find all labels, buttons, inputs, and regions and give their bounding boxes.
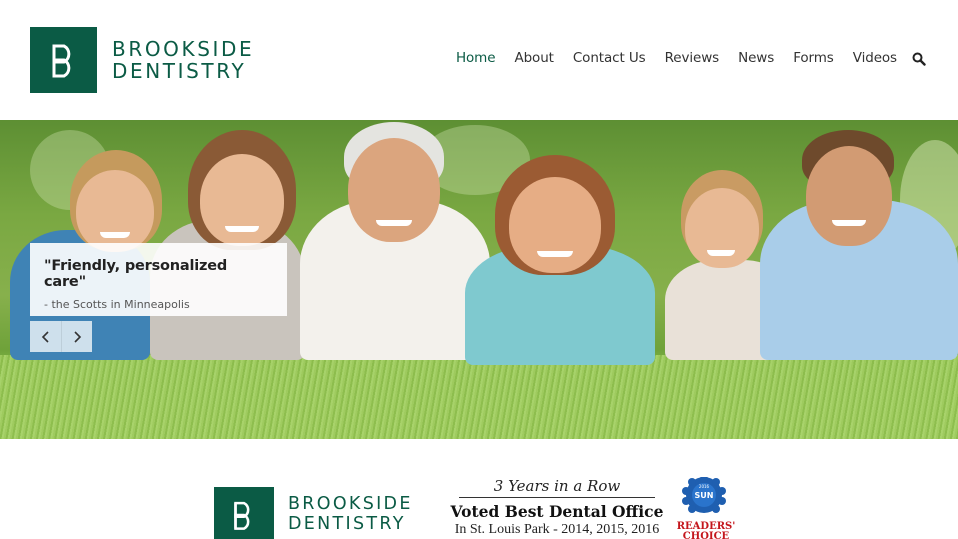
award-years: 3 Years in a Row [493, 477, 621, 495]
testimonial-caption: "Friendly, personalized care" - the Scot… [30, 243, 287, 316]
nav-news[interactable]: News [738, 50, 774, 66]
photo-person-grandfather [300, 120, 490, 370]
award-logo-mark [214, 487, 274, 539]
readers-choice-ribbon-icon: 2016 SUN READERS' CHOICE [677, 477, 735, 539]
award-location: In St. Louis Park - 2014, 2015, 2016 [454, 522, 660, 537]
site-header: BROOKSIDE DENTISTRY Home About Contact U… [0, 0, 958, 120]
nav-home[interactable]: Home [456, 50, 496, 66]
hero-slider: "Friendly, personalized care" - the Scot… [0, 120, 958, 439]
logo-line-1: BROOKSIDE [112, 37, 255, 61]
logo-line-2: DENTISTRY [112, 59, 247, 83]
svg-text:CHOICE: CHOICE [683, 531, 730, 539]
award-wordmark: BROOKSIDE DENTISTRY [288, 494, 413, 534]
slider-controls [30, 321, 92, 352]
photo-person-grandmother [465, 155, 655, 370]
testimonial-quote: "Friendly, personalized care" [44, 258, 228, 290]
nav-about[interactable]: About [514, 50, 554, 66]
logo-wordmark[interactable]: BROOKSIDE DENTISTRY [112, 38, 254, 82]
award-brand-line-1: BROOKSIDE [288, 494, 413, 514]
main-nav: Home About Contact Us Reviews News Forms… [437, 50, 926, 66]
award-banner: BROOKSIDE DENTISTRY 3 Years in a Row Vot… [0, 439, 958, 539]
award-brand-line-2: DENTISTRY [288, 514, 406, 534]
award-voted: Voted Best Dental Office [450, 502, 664, 521]
chevron-right-icon [74, 330, 82, 343]
nav-contact-us[interactable]: Contact Us [573, 50, 646, 66]
slider-next-button[interactable] [61, 321, 92, 352]
slider-prev-button[interactable] [30, 321, 61, 352]
svg-text:SUN: SUN [695, 491, 714, 500]
logo-db-icon [234, 501, 250, 530]
logo-mark[interactable] [30, 27, 97, 93]
award-divider [459, 497, 655, 498]
svg-text:2016: 2016 [699, 484, 710, 489]
photo-person-father [760, 130, 958, 365]
search-icon[interactable] [912, 51, 926, 66]
nav-forms[interactable]: Forms [793, 50, 834, 66]
nav-videos[interactable]: Videos [853, 50, 897, 66]
nav-reviews[interactable]: Reviews [665, 50, 720, 66]
chevron-left-icon [41, 330, 49, 343]
logo-db-icon [52, 44, 70, 78]
testimonial-attribution: - the Scotts in Minneapolis [44, 298, 190, 311]
